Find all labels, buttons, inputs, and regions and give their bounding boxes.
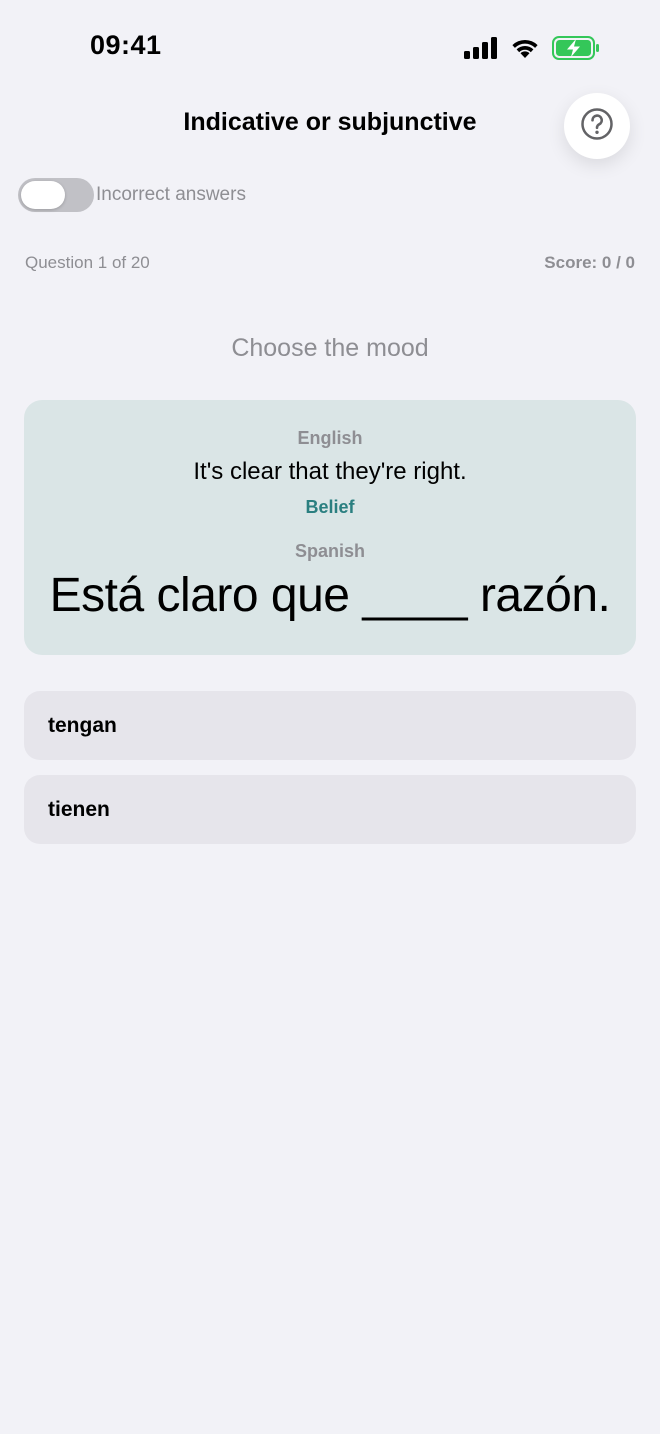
status-icons [464,36,600,60]
prompt-text: Choose the mood [231,334,429,362]
screen: 09:41 Indicative or subjunctive Incorrec… [0,0,660,1434]
incorrect-answers-toggle-row: Incorrect answers [18,178,246,212]
status-time: 09:41 [90,30,162,60]
wifi-icon [510,37,540,59]
spanish-label: Spanish [294,541,365,561]
page-title: Indicative or subjunctive [183,108,477,136]
english-label: English [297,428,363,448]
answer-option[interactable]: tengan [24,691,636,760]
battery-charging-icon [552,36,600,60]
toggle-label: Incorrect answers [96,184,246,205]
help-button[interactable] [564,93,630,159]
score-display: Score: 0 / 0 [544,253,635,272]
spanish-sentence: Está claro que ____ razón. [49,569,611,622]
question-counter: Question 1 of 20 [25,253,150,272]
question-mark-circle-icon [580,107,614,146]
category-label: Belief [305,497,355,517]
incorrect-answers-toggle[interactable] [18,178,94,212]
english-sentence: It's clear that they're right. [193,458,467,485]
toggle-knob [21,181,65,209]
answer-option[interactable]: tienen [24,775,636,844]
signal-icon [464,37,498,59]
sentence-card: English It's clear that they're right. B… [24,400,636,655]
